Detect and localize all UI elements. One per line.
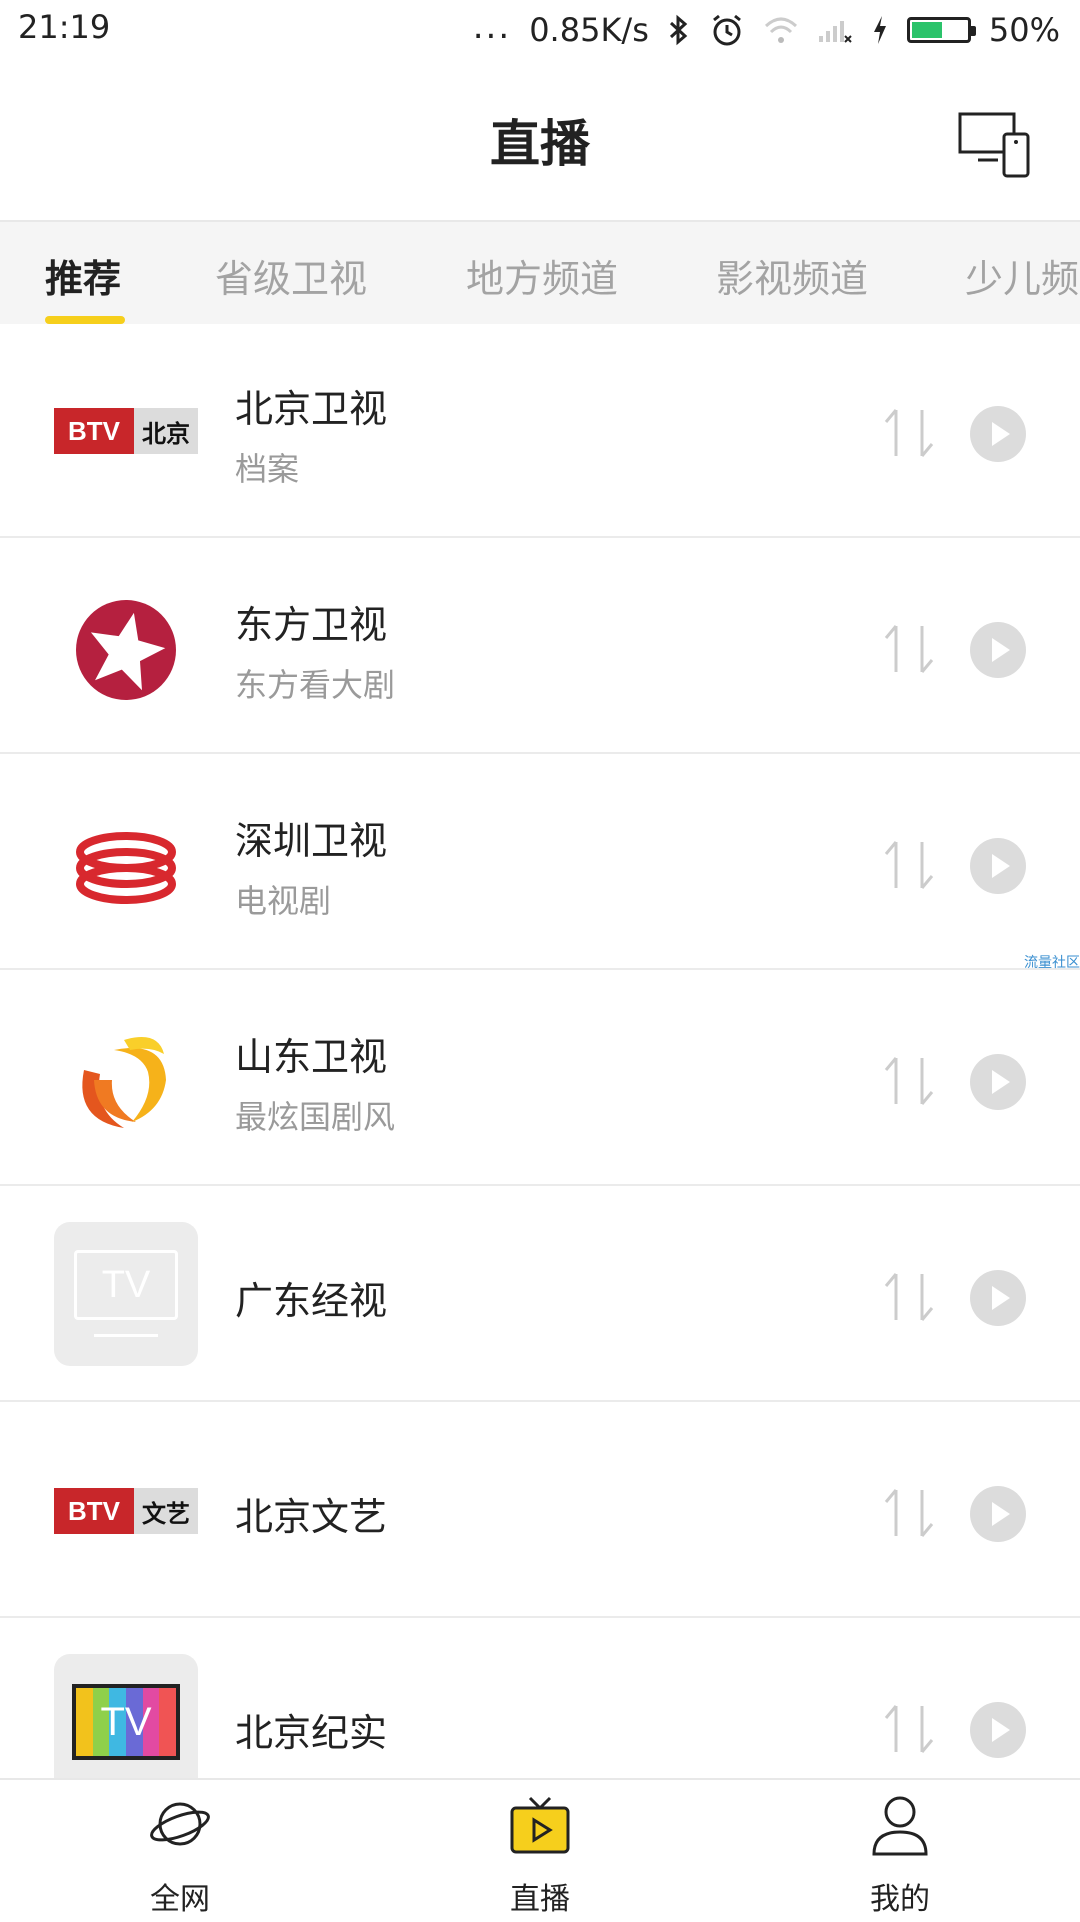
channel-row[interactable]: TV 广东经视 xyxy=(0,1186,1080,1402)
play-button[interactable] xyxy=(970,1054,1026,1110)
channel-row[interactable]: 东方卫视 东方看大剧 xyxy=(0,538,1080,754)
cast-screen-icon[interactable] xyxy=(958,110,1032,178)
net-speed: 0.85K/s xyxy=(529,11,649,49)
shenzhen-tv-logo xyxy=(76,832,176,904)
battery-icon xyxy=(906,17,976,43)
channel-row[interactable]: BTV 北京 北京卫视 档案 xyxy=(0,322,1080,538)
planet-icon xyxy=(150,1802,210,1846)
channel-name: 北京卫视 xyxy=(235,387,388,431)
charging-icon xyxy=(873,16,886,44)
nav-live[interactable]: 直播 xyxy=(460,1794,620,1922)
tab-kids[interactable]: 少儿频 xyxy=(965,248,1079,303)
live-tv-icon xyxy=(510,1796,570,1854)
channel-row[interactable]: 深圳卫视 电视剧 xyxy=(0,754,1080,970)
tab-recommended[interactable]: 推荐 xyxy=(45,248,121,303)
play-button[interactable] xyxy=(970,1270,1026,1326)
nav-mine[interactable]: 我的 xyxy=(820,1794,980,1922)
reorder-icon[interactable] xyxy=(882,1270,936,1324)
status-icons: ... 0.85K/s 50% xyxy=(473,6,1060,54)
battery-percent: 50% xyxy=(988,11,1060,49)
dragon-tv-star-logo xyxy=(76,600,176,700)
tab-provincial[interactable]: 省级卫视 xyxy=(215,248,367,303)
alarm-icon xyxy=(712,14,741,46)
play-button[interactable] xyxy=(970,406,1026,462)
more-dots: ... xyxy=(472,7,512,47)
status-bar: 21:19 ... 0.85K/s 50% xyxy=(0,0,1080,60)
app-header: 直播 xyxy=(0,60,1080,220)
channel-tabs: 推荐 省级卫视 地方频道 影视频道 少儿频 xyxy=(0,220,1080,324)
reorder-icon[interactable] xyxy=(882,1486,936,1540)
watermark: 流量社区 xyxy=(1024,955,1080,971)
tab-movies[interactable]: 影视频道 xyxy=(716,248,868,303)
play-button[interactable] xyxy=(970,1486,1026,1542)
channel-list: BTV 北京 北京卫视 档案 东方卫视 东方看大剧 深圳卫视 电视剧 山东卫视 … xyxy=(0,322,1080,1834)
channel-name: 北京纪实 xyxy=(235,1711,388,1755)
play-button[interactable] xyxy=(970,838,1026,894)
page-title: 直播 xyxy=(490,115,590,173)
channel-program: 电视剧 xyxy=(235,882,332,920)
channel-name: 东方卫视 xyxy=(235,603,388,647)
reorder-icon[interactable] xyxy=(882,406,936,460)
reorder-icon[interactable] xyxy=(882,622,936,676)
play-button[interactable] xyxy=(970,622,1026,678)
channel-row[interactable]: BTV 文艺 北京文艺 xyxy=(0,1402,1080,1618)
btv-beijing-logo: BTV 北京 xyxy=(54,408,198,454)
channel-program: 档案 xyxy=(235,450,300,488)
reorder-icon[interactable] xyxy=(882,1054,936,1108)
channel-name: 北京文艺 xyxy=(235,1495,388,1539)
user-icon xyxy=(872,1796,928,1856)
wifi-icon xyxy=(764,17,797,43)
channel-name: 山东卫视 xyxy=(235,1035,388,1079)
color-tv-logo: TV xyxy=(54,1654,198,1798)
bottom-nav: 全网 直播 我的 xyxy=(0,1778,1080,1922)
shandong-tv-logo xyxy=(82,1037,166,1128)
channel-program: 东方看大剧 xyxy=(235,666,396,704)
status-time: 21:19 xyxy=(18,8,111,46)
signal-icon xyxy=(818,21,852,43)
channel-row[interactable]: 山东卫视 最炫国剧风 xyxy=(0,970,1080,1186)
btv-wenyi-logo: BTV 文艺 xyxy=(54,1488,198,1534)
play-button[interactable] xyxy=(970,1702,1026,1758)
channel-name: 广东经视 xyxy=(235,1279,388,1323)
tab-local[interactable]: 地方频道 xyxy=(466,248,618,303)
nav-all[interactable]: 全网 xyxy=(100,1794,260,1922)
channel-name: 深圳卫视 xyxy=(235,819,388,863)
tv-placeholder-logo: TV xyxy=(54,1222,198,1366)
reorder-icon[interactable] xyxy=(882,838,936,892)
channel-program: 最炫国剧风 xyxy=(235,1098,396,1136)
reorder-icon[interactable] xyxy=(882,1702,936,1756)
bluetooth-icon xyxy=(669,14,688,46)
